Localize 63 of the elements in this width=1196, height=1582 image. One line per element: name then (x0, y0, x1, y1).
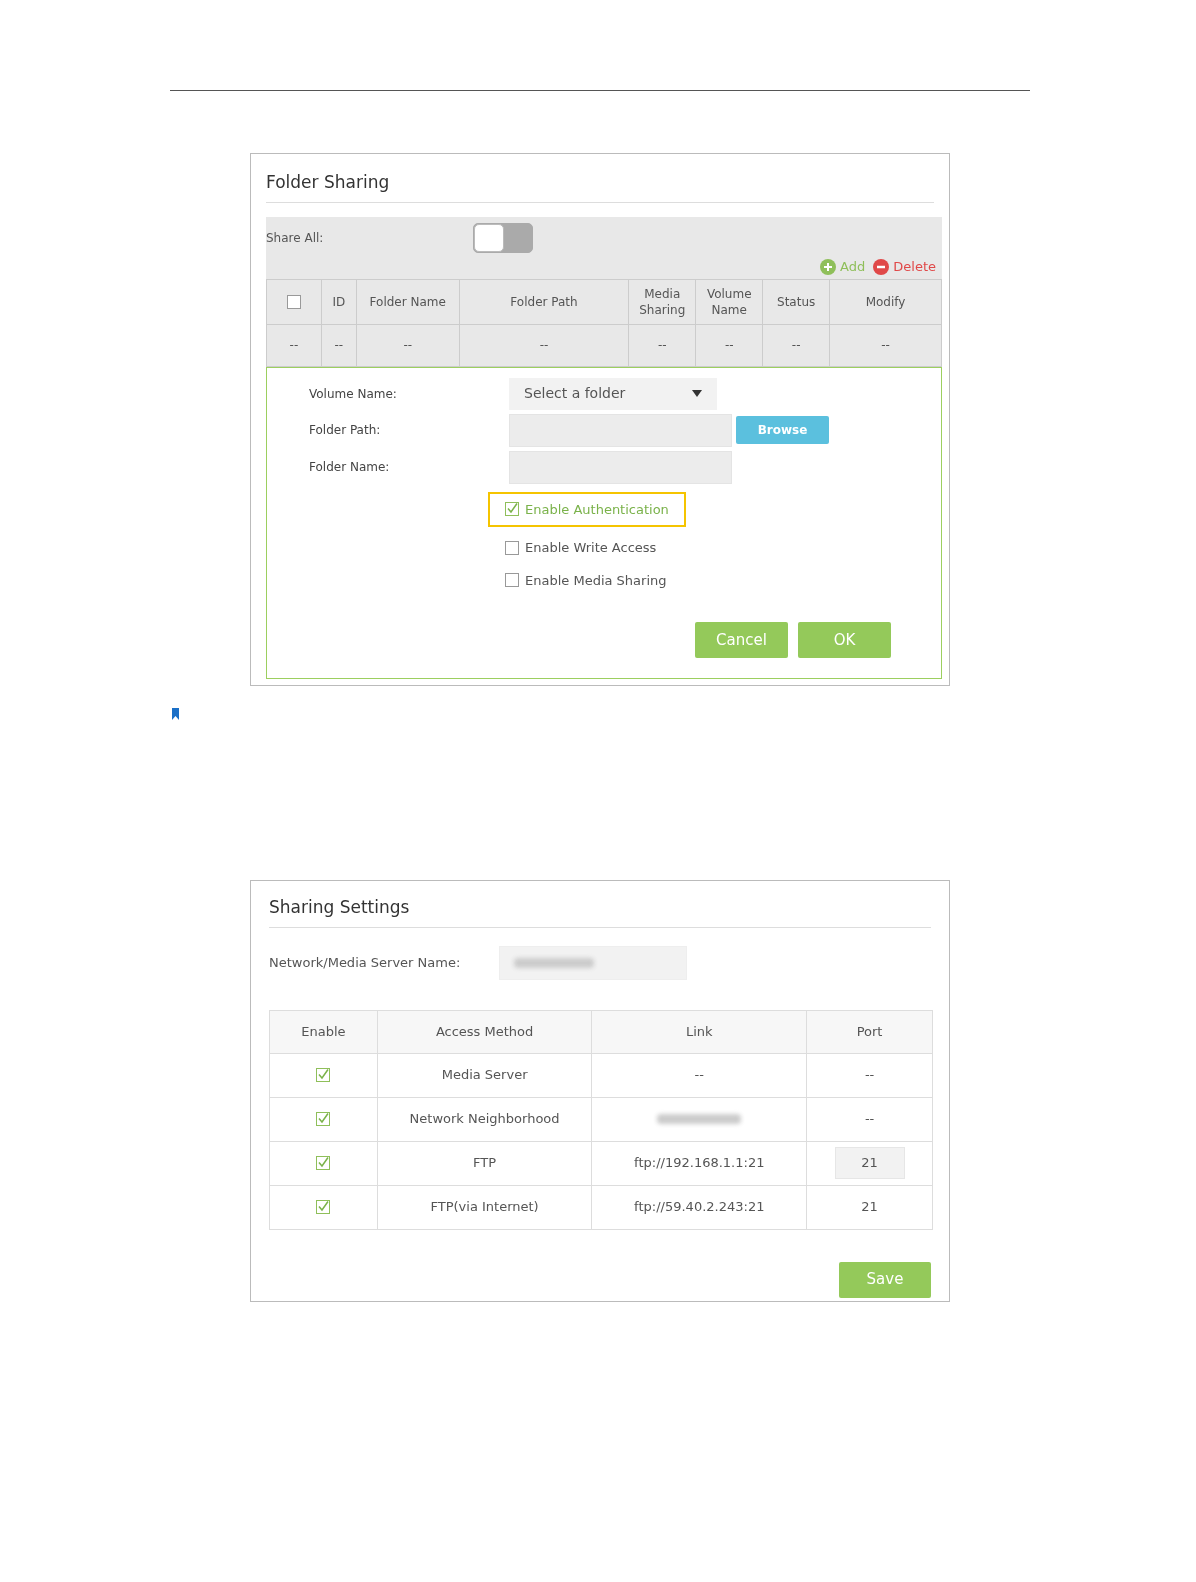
checkbox[interactable] (505, 502, 519, 517)
caret-icon (692, 390, 702, 397)
save-button[interactable]: Save (839, 1261, 931, 1298)
table-cell: -- (628, 324, 696, 366)
minus-icon (873, 258, 890, 275)
table-cell: ftp://192.168.1.1:21 (591, 1141, 807, 1185)
checkbox[interactable] (316, 1200, 331, 1214)
field-label: Folder Name: (309, 459, 391, 476)
table-cell: 21 (806, 1185, 933, 1229)
column-header: Port (806, 1010, 933, 1053)
column-header: Folder Name (356, 279, 460, 324)
share-all-label: Share All: (266, 229, 325, 247)
table-cell: -- (459, 324, 629, 366)
checkbox[interactable] (316, 1068, 331, 1082)
column-header: ID (321, 279, 357, 324)
checkbox[interactable] (505, 573, 519, 588)
column-header: Access Method (377, 1010, 592, 1053)
column-header: Folder Path (459, 279, 629, 324)
column-header: Volume Name (695, 279, 763, 324)
column-header: Modify (829, 279, 942, 324)
delete-button[interactable]: Delete (873, 256, 936, 277)
checkbox[interactable] (316, 1156, 331, 1170)
table-cell: -- (806, 1097, 933, 1141)
table-cell: FTP (377, 1141, 592, 1185)
column-header: Status (762, 279, 830, 324)
table-cell: -- (806, 1053, 933, 1097)
table-cell: -- (591, 1053, 807, 1097)
checkbox[interactable] (316, 1112, 331, 1126)
field-label: Folder Path: (309, 422, 382, 439)
checkbox-option[interactable]: Enable Media Sharing (505, 568, 667, 592)
column-header: Enable (269, 1010, 378, 1053)
table-cell: Media Server (377, 1053, 592, 1097)
checkbox[interactable] (286, 294, 301, 309)
table-cell: Network Neighborhood (377, 1097, 592, 1141)
port-field[interactable]: 21 (834, 1147, 905, 1179)
add-button[interactable]: Add (820, 256, 866, 277)
table-cell: -- (321, 324, 357, 366)
ok-button[interactable]: OK (798, 622, 891, 658)
share-all-toggle[interactable] (473, 222, 533, 253)
checkbox-option[interactable]: Enable Write Access (505, 536, 657, 560)
bookmark-icon (172, 708, 179, 720)
input-field[interactable] (509, 413, 732, 447)
browse-button[interactable]: Browse (736, 416, 829, 444)
panel-title: Sharing Settings (269, 895, 931, 928)
table-cell: -- (356, 324, 460, 366)
table-cell: -- (762, 324, 830, 366)
folder-select[interactable]: Select a folder (509, 377, 717, 410)
field-label: Volume Name: (309, 385, 398, 403)
column-header: Link (591, 1010, 807, 1053)
server-name-label: Network/Media Server Name: (269, 953, 462, 972)
table-cell: ftp://59.40.2.243:21 (591, 1185, 807, 1229)
column-header: Media Sharing (628, 279, 696, 324)
cancel-button[interactable]: Cancel (695, 622, 788, 658)
input-field[interactable] (509, 450, 732, 484)
panel-title: Folder Sharing (266, 170, 934, 203)
table-cell: -- (829, 324, 942, 366)
table-cell: -- (266, 324, 322, 366)
checkbox[interactable] (505, 540, 519, 555)
table-cell: -- (695, 324, 763, 366)
table-cell: FTP(via Internet) (377, 1185, 592, 1229)
checkbox-option[interactable]: Enable Authentication (488, 491, 686, 527)
plus-icon (820, 258, 837, 275)
server-name-field[interactable] (499, 945, 687, 980)
